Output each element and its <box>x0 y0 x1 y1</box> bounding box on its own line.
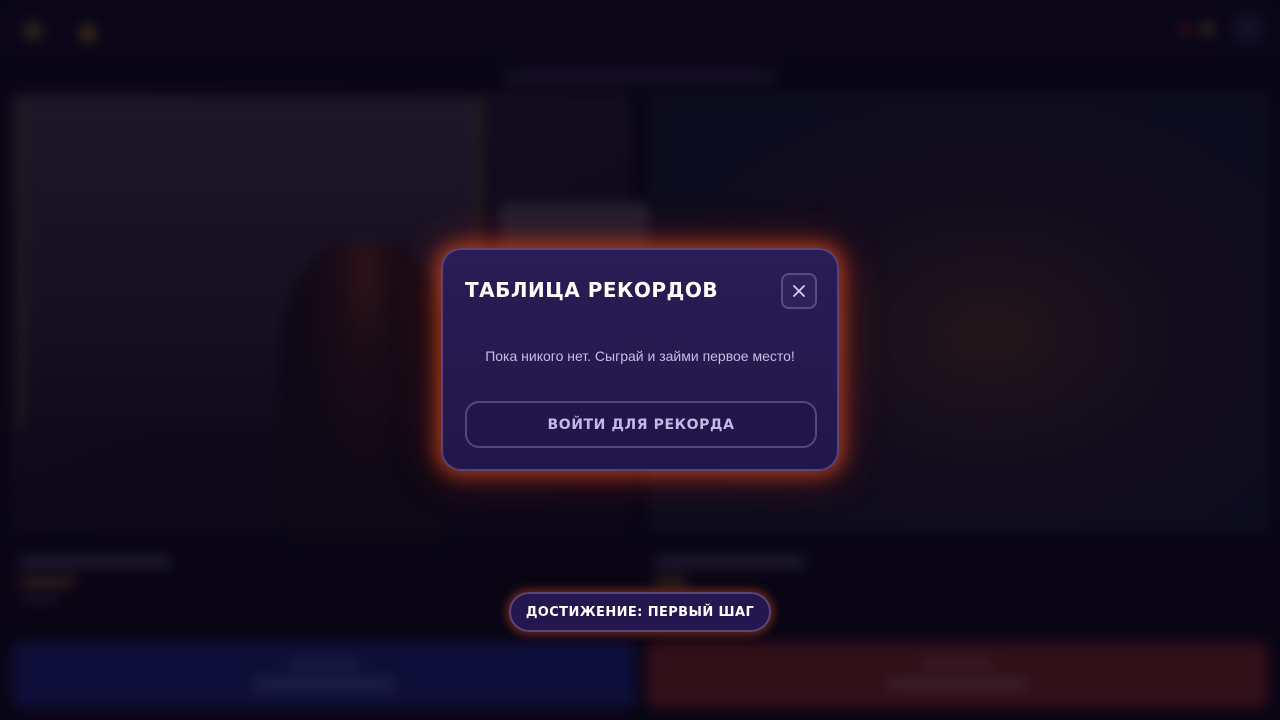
login-for-record-button[interactable]: ВОЙТИ ДЛЯ РЕКОРДА <box>465 401 817 448</box>
modal-title: ТАБЛИЦА РЕКОРДОВ <box>465 278 719 302</box>
game-screen: ТАБЛИЦА РЕКОРДОВ Пока никого нет. Сыграй… <box>0 0 1280 720</box>
close-button[interactable] <box>781 273 817 309</box>
empty-leaderboard-message: Пока никого нет. Сыграй и займи первое м… <box>485 348 795 364</box>
close-icon <box>793 285 805 297</box>
leaderboard-modal: ТАБЛИЦА РЕКОРДОВ Пока никого нет. Сыграй… <box>441 248 839 471</box>
achievement-toast: ДОСТИЖЕНИЕ: ПЕРВЫЙ ШАГ <box>509 592 771 632</box>
